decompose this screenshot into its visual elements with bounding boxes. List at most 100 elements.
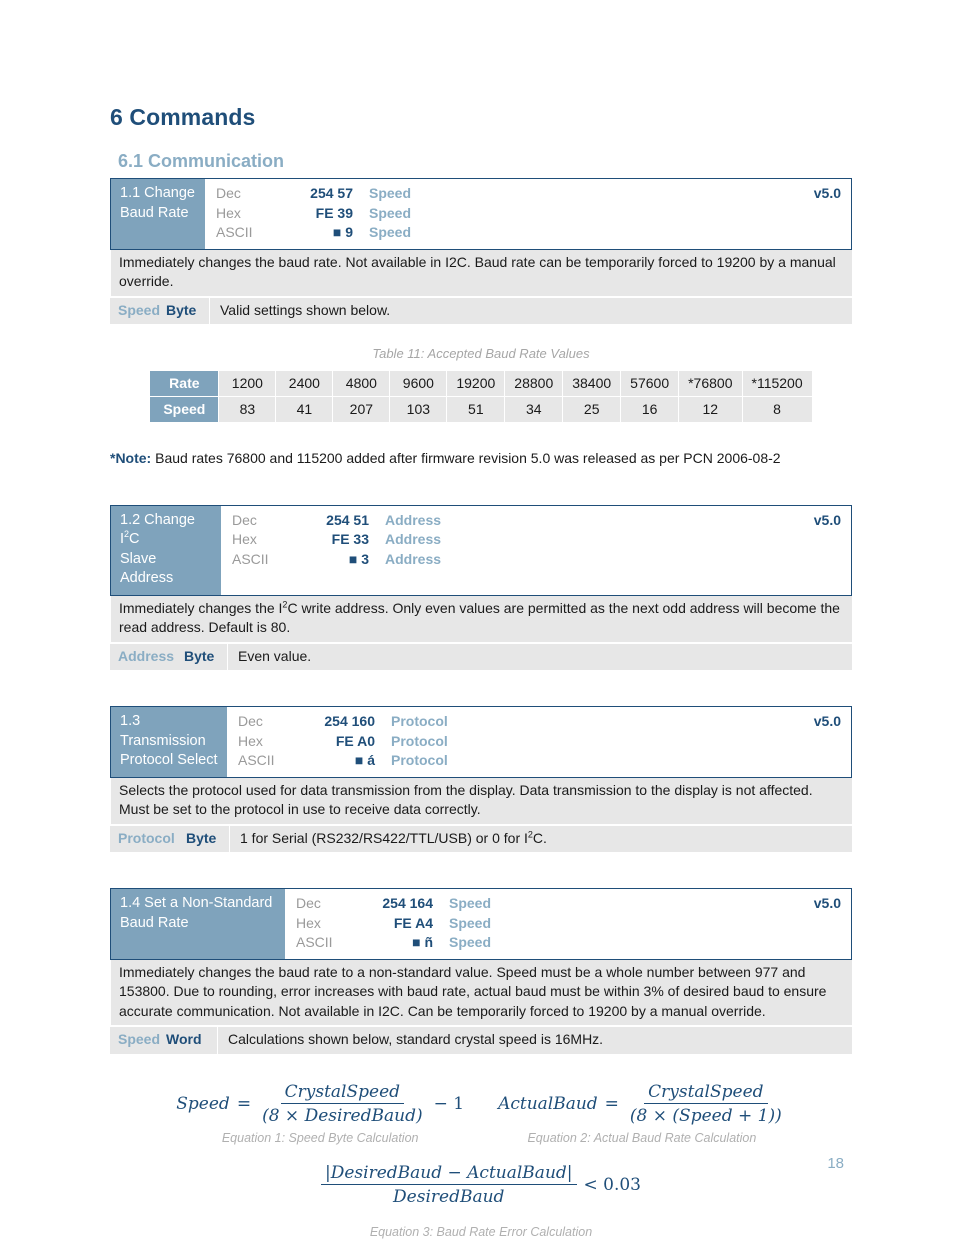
- code-value: 254 51: [326, 511, 369, 528]
- code-value: ■ á: [354, 752, 375, 768]
- code-value: ■ 9: [332, 224, 353, 240]
- command-block-1-3: 1.3 Transmission Protocol Select Dec 254…: [110, 706, 852, 852]
- code-format-label: Dec: [238, 713, 263, 729]
- command-title-post: C: [129, 531, 140, 547]
- command-block-1-2: 1.2 Change I2C Slave Address Dec 254 51 …: [110, 504, 852, 670]
- equation-1-caption: Equation 1: Speed Byte Calculation: [221, 1130, 419, 1145]
- command-title: 1.4 Set a Non-Standard Baud Rate: [111, 889, 285, 959]
- fraction-denominator: (8 × (Speed + 1)): [629, 1105, 782, 1126]
- code-format-label: Hex: [232, 531, 257, 547]
- code-value: 254 57: [310, 185, 353, 201]
- baud-rate-table: Rate 1200 2400 4800 9600 19200 28800 384…: [149, 370, 813, 423]
- command-codes: Dec 254 164 Speed Hex FE A4 Speed ASCII …: [285, 889, 851, 959]
- code-row-hex: Hex FE A4 Speed: [285, 914, 851, 934]
- speed-cell: 51: [446, 396, 506, 423]
- code-argument: Protocol: [391, 713, 448, 729]
- fraction-denominator: DesiredBaud: [393, 1186, 505, 1207]
- footnote-text: Baud rates 76800 and 115200 added after …: [151, 450, 781, 466]
- equals-sign: =: [604, 1093, 619, 1114]
- firmware-version-badge: v5.0: [813, 713, 841, 729]
- page-title: 6 Commands: [110, 104, 256, 130]
- code-value: FE 33: [331, 531, 369, 547]
- parameter-description: Valid settings shown below.: [210, 297, 852, 324]
- speed-cell: 34: [504, 396, 564, 423]
- code-format-label: Hex: [216, 204, 241, 221]
- speed-cell: 25: [562, 396, 622, 423]
- rate-cell: 4800: [332, 370, 391, 397]
- command-parameter-row: Speed Byte Valid settings shown below.: [110, 297, 852, 324]
- equation-2: ActualBaud = CrystalSpeed (8 × (Speed + …: [498, 1082, 786, 1145]
- code-row-dec: Dec 254 57 Speed: [205, 184, 851, 204]
- fraction-numerator: |DesiredBaud − ActualBaud|: [321, 1163, 577, 1185]
- command-title-line1: 1.2 Change I2C: [120, 511, 212, 550]
- parameter-type: Word: [162, 1027, 218, 1054]
- code-value: 254 160: [324, 713, 375, 729]
- parameter-type: Byte: [182, 825, 230, 852]
- description-pre: Immediately changes the I: [119, 599, 283, 616]
- equals-sign: =: [236, 1093, 252, 1114]
- speed-cell: 103: [389, 396, 448, 423]
- table-row-rate: Rate 1200 2400 4800 9600 19200 28800 384…: [149, 370, 813, 397]
- code-format-label: ASCII: [296, 934, 333, 950]
- parameter-name: Speed: [110, 1027, 162, 1054]
- page-number: 18: [827, 1155, 844, 1172]
- code-argument: Protocol: [391, 732, 448, 749]
- command-codes: Dec 254 51 Address Hex FE 33 Address ASC…: [221, 506, 851, 595]
- code-value: FE A4: [393, 914, 433, 931]
- code-row-dec: Dec 254 164 Speed: [285, 894, 851, 914]
- command-parameter-row: Address Byte Even value.: [110, 643, 852, 670]
- code-argument: Speed: [369, 185, 412, 201]
- equation-3-math: |DesiredBaud − ActualBaud| DesiredBaud <…: [321, 1163, 641, 1207]
- speed-cell: 12: [678, 396, 743, 423]
- speed-cell: 16: [620, 396, 680, 423]
- parameter-description: Even value.: [228, 643, 852, 670]
- command-title-line2: Baud Rate: [120, 204, 189, 221]
- row-header-rate: Rate: [149, 370, 220, 397]
- code-row-hex: Hex FE A0 Protocol: [227, 732, 851, 752]
- equation-2-math: ActualBaud = CrystalSpeed (8 × (Speed + …: [498, 1082, 786, 1126]
- speed-cell: 83: [218, 396, 277, 423]
- command-title-line2: Baud Rate: [120, 914, 189, 931]
- code-argument: Speed: [449, 934, 492, 950]
- table-caption: Table 11: Accepted Baud Rate Values: [372, 346, 590, 361]
- code-row-ascii: ASCII ■ ñ Speed: [285, 933, 851, 953]
- rate-cell: *76800: [678, 370, 743, 397]
- parameter-type: Byte: [162, 297, 210, 324]
- code-argument: Address: [385, 531, 442, 547]
- code-format-label: ASCII: [232, 550, 269, 567]
- command-title-line2: Slave Address: [120, 550, 174, 587]
- footnote-marker: *Note:: [110, 450, 152, 466]
- equation-1: Speed = CrystalSpeed (8 × DesiredBaud) −…: [176, 1082, 464, 1145]
- fraction: CrystalSpeed (8 × DesiredBaud): [258, 1082, 427, 1126]
- code-row-ascii: ASCII ■ á Protocol: [227, 751, 851, 771]
- code-format-label: ASCII: [216, 224, 253, 240]
- equations-area: Speed = CrystalSpeed (8 × DesiredBaud) −…: [110, 1082, 852, 1239]
- command-title-line2: Protocol Select: [120, 752, 218, 768]
- command-header: 1.2 Change I2C Slave Address Dec 254 51 …: [110, 504, 852, 596]
- parameter-description: 1 for Serial (RS232/RS422/TTL/USB) or 0 …: [230, 825, 852, 852]
- code-row-dec: Dec 254 160 Protocol: [227, 712, 851, 732]
- parameter-description-post: C.: [532, 829, 547, 846]
- equation-lhs: ActualBaud: [498, 1093, 598, 1114]
- page-content: 6 Commands 6.1 Communication 1.1 Change …: [110, 104, 852, 1239]
- code-argument: Protocol: [391, 752, 448, 768]
- fraction-numerator: CrystalSpeed: [644, 1082, 768, 1104]
- parameter-description-pre: 1 for Serial (RS232/RS422/TTL/USB) or 0 …: [240, 829, 528, 846]
- fraction: CrystalSpeed (8 × (Speed + 1)): [626, 1082, 786, 1126]
- code-argument: Speed: [369, 204, 412, 221]
- code-argument: Address: [385, 550, 442, 567]
- code-value: ■ ñ: [412, 934, 433, 950]
- row-header-speed: Speed: [149, 396, 220, 423]
- command-codes: Dec 254 160 Protocol Hex FE A0 Protocol …: [227, 707, 851, 777]
- command-description: Immediately changes the I2C write addres…: [110, 595, 852, 642]
- parameter-name: Protocol: [110, 825, 182, 852]
- command-description: Immediately changes the baud rate. Not a…: [110, 249, 852, 296]
- section-heading: 6.1 Communication: [118, 151, 285, 171]
- code-format-label: Dec: [232, 511, 257, 528]
- code-argument: Address: [385, 511, 442, 528]
- fraction-numerator: CrystalSpeed: [280, 1082, 405, 1104]
- code-format-label: Dec: [216, 185, 241, 201]
- command-header: 1.3 Transmission Protocol Select Dec 254…: [110, 706, 852, 778]
- code-row-ascii: ASCII ■ 3 Address: [221, 550, 851, 570]
- command-parameter-row: Speed Word Calculations shown below, sta…: [110, 1027, 852, 1054]
